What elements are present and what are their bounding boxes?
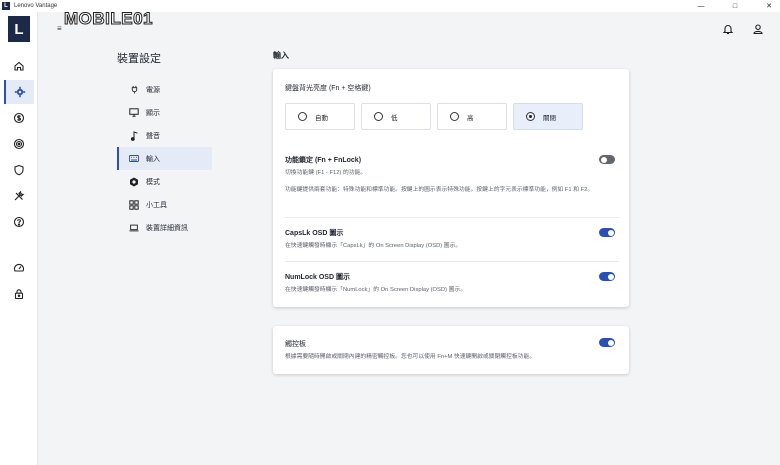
- menu-item-input[interactable]: 輸入: [117, 147, 212, 170]
- capslk-row: CapsLk OSD 圖示 在快速鍵觸發時顯示「CapsLk」的 On Scre…: [285, 228, 619, 251]
- fnlock-title: 功能鎖定 (Fn + FnLock): [285, 157, 362, 164]
- numlock-toggle[interactable]: [599, 272, 615, 281]
- menu-label-mode: 模式: [146, 178, 160, 186]
- laptop-icon: [129, 223, 139, 233]
- backlight-option-low[interactable]: 低: [361, 103, 431, 130]
- window-title: Lenovo Vantage: [14, 3, 58, 9]
- radio-icon: [298, 112, 307, 121]
- menu-item-device-details[interactable]: 裝置詳細資訊: [117, 216, 212, 239]
- menu-item-widgets[interactable]: 小工具: [117, 193, 212, 216]
- touchpad-row: 觸控板 根據需要隨時開啟或關閉內建的精密觸控板。您也可以使用 Fn+M 快速鍵開…: [285, 339, 619, 362]
- menu-label-input: 輸入: [146, 155, 160, 163]
- touchpad-toggle[interactable]: [599, 338, 615, 347]
- monitor-icon: [129, 108, 139, 118]
- backlight-option-label: 關閉: [543, 114, 556, 122]
- keyboard-backlight-options: 自動 低 高 關閉: [285, 103, 583, 130]
- touchpad-desc: 根據需要隨時開啟或關閉內建的精密觸控板。您也可以使用 Fn+M 快速鍵開啟或關閉…: [285, 354, 536, 360]
- backlight-option-auto[interactable]: 自動: [285, 103, 355, 130]
- menu-label-display: 顯示: [146, 109, 160, 117]
- tools-icon[interactable]: [4, 184, 34, 208]
- backlight-option-label: 自動: [315, 114, 328, 122]
- numlock-desc: 在快速鍵觸發時顯示「NumLock」的 On Screen Display (O…: [285, 287, 467, 293]
- menu-item-mode[interactable]: 模式: [117, 170, 212, 193]
- capslk-title: CapsLk OSD 圖示: [285, 230, 344, 237]
- fnlock-row: 功能鎖定 (Fn + FnLock) 切換功能鍵 (F1 - F12) 的功能。…: [285, 155, 619, 195]
- numlock-row: NumLock OSD 圖示 在快速鍵觸發時顯示「NumLock」的 On Sc…: [285, 272, 619, 295]
- keyboard-icon: [129, 154, 139, 164]
- radio-icon: [450, 112, 459, 121]
- settings-menu: 電源 顯示 聲音 輸入 模式 小工具 裝置詳細資訊: [117, 78, 212, 239]
- numlock-title: NumLock OSD 圖示: [285, 274, 350, 281]
- shield-icon[interactable]: [4, 158, 34, 182]
- minimize-icon[interactable]: —: [694, 3, 708, 10]
- collapse-menu-icon[interactable]: ≡: [57, 24, 62, 33]
- menu-item-power[interactable]: 電源: [117, 78, 212, 101]
- backlight-option-label: 高: [467, 114, 474, 122]
- fnlock-toggle[interactable]: [599, 155, 615, 164]
- lock-icon[interactable]: [4, 282, 34, 306]
- backlight-option-high[interactable]: 高: [437, 103, 507, 130]
- keyboard-backlight-label: 鍵盤背光亮度 (Fn + 空格鍵): [285, 85, 371, 92]
- radio-icon: [374, 112, 383, 121]
- hexagon-mode-icon: [129, 177, 139, 187]
- capslk-toggle[interactable]: [599, 228, 615, 237]
- bell-icon[interactable]: [722, 22, 734, 35]
- capslk-desc: 在快速鍵觸發時顯示「CapsLk」的 On Screen Display (OS…: [285, 243, 462, 249]
- music-note-icon: [129, 130, 139, 141]
- menu-item-display[interactable]: 顯示: [117, 101, 212, 124]
- menu-label-device-details: 裝置詳細資訊: [146, 224, 188, 232]
- speedometer-icon[interactable]: [4, 256, 34, 280]
- settings-gear-icon[interactable]: [4, 80, 34, 104]
- app-logo-small: L: [2, 2, 10, 10]
- fnlock-desc: 切換功能鍵 (F1 - F12) 的功能。: [285, 170, 367, 176]
- maximize-icon[interactable]: □: [728, 3, 742, 10]
- target-icon[interactable]: [4, 132, 34, 156]
- backlight-option-off[interactable]: 關閉: [513, 103, 583, 130]
- menu-label-audio: 聲音: [146, 132, 160, 140]
- menu-label-power: 電源: [146, 86, 160, 94]
- menu-label-widgets: 小工具: [146, 201, 167, 209]
- help-icon[interactable]: [4, 210, 34, 234]
- nav-rail: L: [0, 12, 38, 465]
- home-icon[interactable]: [4, 54, 34, 78]
- backlight-option-label: 低: [391, 114, 398, 122]
- section-title-input: 輸入: [273, 51, 289, 60]
- close-icon[interactable]: ✕: [762, 2, 776, 10]
- settings-title: 裝置設定: [117, 53, 161, 65]
- radio-selected-icon: [526, 112, 535, 121]
- lenovo-logo: L: [8, 16, 30, 42]
- window-controls: — □ ✕: [694, 0, 776, 12]
- fnlock-desc-detail: 功能鍵提供兩套功能：特殊功能和標準功能。按鍵上的圖示表示特殊功能，按鍵上的字元表…: [285, 186, 594, 193]
- input-settings-card: 鍵盤背光亮度 (Fn + 空格鍵) 自動 低 高 關閉 功能鎖定 (Fn + F…: [273, 69, 629, 307]
- widgets-icon: [129, 199, 139, 210]
- menu-item-audio[interactable]: 聲音: [117, 124, 212, 147]
- dollar-icon[interactable]: [4, 106, 34, 130]
- watermark-text: MOBILE01: [64, 9, 153, 28]
- user-icon[interactable]: [752, 22, 764, 35]
- divider: [285, 261, 619, 262]
- touchpad-card: 觸控板 根據需要隨時開啟或關閉內建的精密觸控板。您也可以使用 Fn+M 快速鍵開…: [273, 326, 629, 374]
- touchpad-title: 觸控板: [285, 341, 306, 348]
- divider: [285, 217, 619, 218]
- plug-icon: [129, 85, 139, 95]
- mobile01-watermark: MOBILE01: [64, 6, 160, 30]
